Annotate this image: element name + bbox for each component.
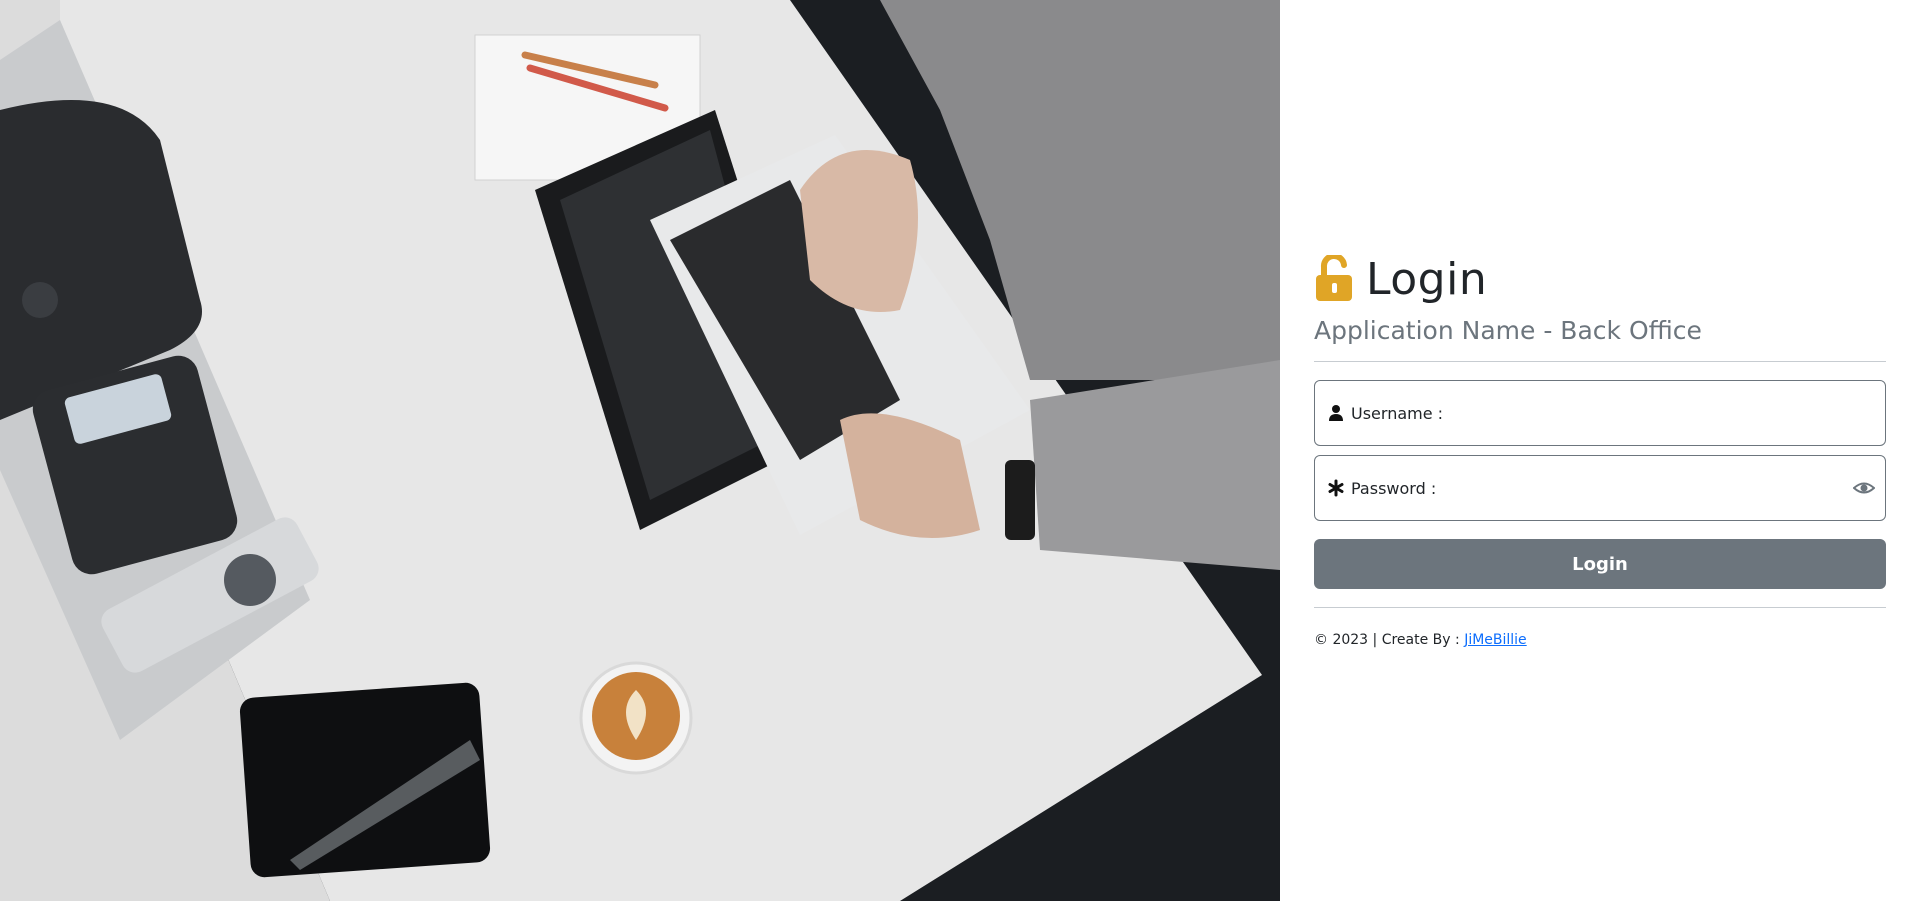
username-input[interactable] <box>1315 381 1885 445</box>
login-form: Login Application Name - Back Office Use… <box>1314 250 1886 648</box>
unlock-icon <box>1316 255 1352 301</box>
login-panel: Login Application Name - Back Office Use… <box>1280 0 1920 901</box>
login-page: Login Application Name - Back Office Use… <box>0 0 1920 901</box>
office-desk-photo <box>0 0 1280 901</box>
footer: © 2023 | Create By : JiMeBillie <box>1314 632 1886 648</box>
title-row: Login <box>1314 250 1886 308</box>
page-title: Login <box>1366 253 1488 305</box>
divider <box>1314 361 1886 362</box>
app-subtitle: Application Name - Back Office <box>1314 316 1702 345</box>
username-field[interactable]: Username : <box>1314 380 1886 446</box>
password-field[interactable]: Password : <box>1314 455 1886 521</box>
password-input[interactable] <box>1315 456 1885 520</box>
eye-icon[interactable] <box>1853 477 1875 499</box>
author-link[interactable]: JiMeBillie <box>1464 632 1527 648</box>
divider <box>1314 607 1886 608</box>
login-button[interactable]: Login <box>1314 539 1886 589</box>
footer-text: © 2023 | Create By : <box>1314 632 1460 648</box>
